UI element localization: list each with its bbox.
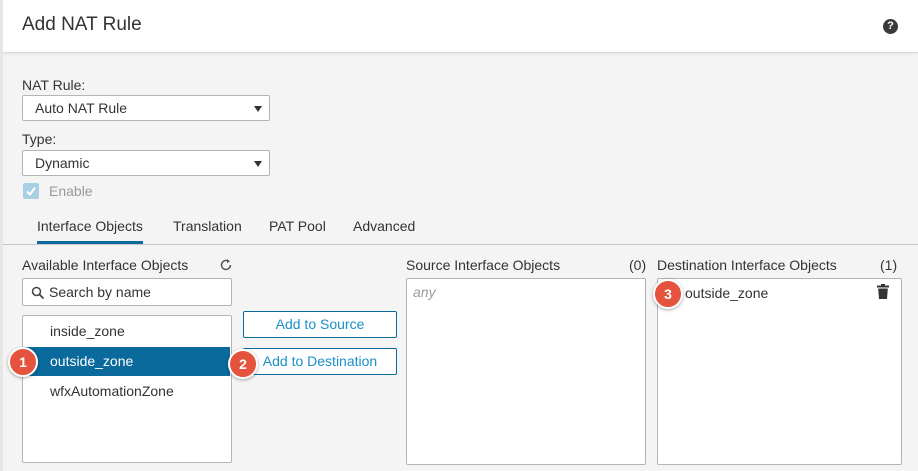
source-objects-title: Source Interface Objects bbox=[406, 257, 561, 273]
source-placeholder: any bbox=[413, 284, 436, 300]
callout-badge-3: 3 bbox=[653, 279, 683, 309]
enable-label: Enable bbox=[49, 183, 93, 199]
help-icon[interactable]: ? bbox=[883, 19, 898, 34]
destination-count: (1) bbox=[880, 257, 898, 273]
search-placeholder: Search by name bbox=[49, 284, 151, 300]
check-icon bbox=[26, 186, 36, 197]
chevron-down-icon bbox=[254, 106, 262, 112]
source-objects-list[interactable]: any bbox=[406, 278, 646, 465]
available-objects-list[interactable]: inside_zone outside_zone wfxAutomationZo… bbox=[22, 315, 232, 463]
tab-advanced[interactable]: Advanced bbox=[353, 218, 415, 234]
type-value: Dynamic bbox=[35, 155, 90, 171]
callout-badge-1: 1 bbox=[8, 347, 38, 377]
type-label: Type: bbox=[22, 131, 57, 147]
trash-icon[interactable] bbox=[877, 284, 889, 299]
search-icon bbox=[31, 286, 45, 300]
nat-rule-label: NAT Rule: bbox=[22, 77, 86, 93]
search-input[interactable]: Search by name bbox=[22, 278, 232, 306]
destination-objects-title: Destination Interface Objects bbox=[657, 257, 837, 273]
available-objects-title: Available Interface Objects bbox=[22, 257, 189, 273]
add-nat-rule-dialog: Add NAT Rule ? NAT Rule: Auto NAT Rule T… bbox=[3, 0, 918, 471]
list-item[interactable]: outside_zone bbox=[23, 347, 230, 376]
tab-pat-pool[interactable]: PAT Pool bbox=[269, 218, 326, 234]
nat-rule-select[interactable]: Auto NAT Rule bbox=[22, 95, 270, 121]
source-count: (0) bbox=[629, 257, 647, 273]
type-select[interactable]: Dynamic bbox=[22, 150, 270, 176]
tab-interface-objects[interactable]: Interface Objects bbox=[37, 218, 143, 244]
callout-badge-2: 2 bbox=[228, 349, 258, 379]
tab-bar: Interface Objects Translation PAT Pool A… bbox=[3, 208, 918, 245]
enable-checkbox[interactable] bbox=[23, 183, 39, 199]
list-item[interactable]: wfxAutomationZone bbox=[23, 377, 230, 406]
list-item: outside_zone bbox=[685, 285, 769, 301]
dialog-title: Add NAT Rule bbox=[22, 14, 142, 35]
add-to-source-button[interactable]: Add to Source bbox=[243, 311, 397, 338]
chevron-down-icon bbox=[254, 161, 262, 167]
destination-objects-list[interactable]: outside_zone bbox=[657, 278, 902, 465]
dialog-header: Add NAT Rule ? bbox=[3, 0, 918, 53]
add-to-destination-button[interactable]: Add to Destination bbox=[243, 348, 397, 375]
nat-rule-value: Auto NAT Rule bbox=[35, 100, 128, 116]
refresh-icon[interactable] bbox=[219, 258, 233, 272]
list-item[interactable]: inside_zone bbox=[23, 317, 230, 346]
tab-translation[interactable]: Translation bbox=[173, 218, 242, 234]
